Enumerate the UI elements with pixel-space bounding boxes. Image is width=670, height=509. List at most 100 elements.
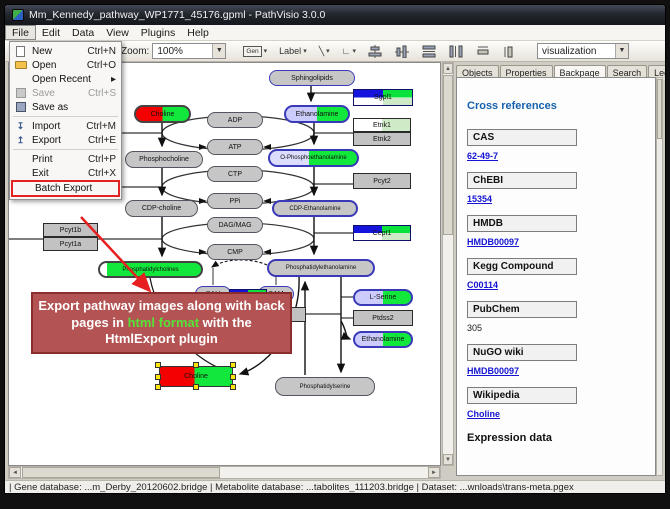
zoom-dropdown-icon[interactable]: ▼: [212, 44, 225, 58]
backpage-content: Cross references CAS62-49-7ChEBI15354HMD…: [456, 77, 656, 476]
side-panel: ObjectsPropertiesBackpageSearchLegend Cr…: [454, 62, 663, 479]
selection-handle[interactable]: [155, 384, 161, 390]
xref-link-15354[interactable]: 15354: [467, 194, 492, 204]
node-label: Phosphatidylethanolamine: [286, 265, 356, 271]
node-ctp[interactable]: CTP: [207, 166, 263, 182]
selection-handle[interactable]: [230, 362, 236, 368]
node-etnk1[interactable]: Etnk1: [353, 118, 411, 132]
menu-separator: [13, 116, 118, 117]
scroll-right-icon[interactable]: ►: [428, 467, 440, 478]
node-label: Pcyt1a: [60, 241, 81, 248]
vertical-scroll-thumb[interactable]: [443, 75, 453, 235]
menubar-item-plugins[interactable]: Plugins: [135, 26, 181, 41]
selection-handle[interactable]: [230, 374, 236, 380]
common-height-button[interactable]: [500, 43, 520, 60]
node-pcyt2[interactable]: Pcyt2: [353, 173, 411, 189]
visualization-dropdown-icon[interactable]: ▼: [615, 44, 628, 58]
selection-handle[interactable]: [155, 362, 161, 368]
menubar-item-file[interactable]: File: [5, 25, 36, 40]
datanode-tool-button[interactable]: Gen ▾: [240, 43, 270, 60]
node-choline[interactable]: Choline: [134, 105, 191, 123]
node-etnk2[interactable]: Etnk2: [353, 132, 411, 146]
node-adp[interactable]: ADP: [207, 112, 263, 128]
file-menu-item-new[interactable]: NewCtrl+N: [10, 44, 121, 58]
node-phosphocholine[interactable]: Phosphocholine: [125, 151, 203, 168]
panel-scrollbar[interactable]: [656, 77, 663, 476]
callout-text-highlight: html format: [128, 315, 200, 330]
node-ethanolamine[interactable]: Ethanolamine: [353, 331, 413, 348]
line-tool-button[interactable]: ╲ ▾: [316, 43, 333, 60]
node-cdp-choline[interactable]: CDP-choline: [125, 200, 198, 217]
menu-item-label: Save as: [32, 102, 68, 113]
node-phosphatidylserine[interactable]: Phosphatidylserine: [275, 377, 375, 396]
node-sgpl1[interactable]: Sgpl1: [353, 89, 413, 106]
align-center-y-button[interactable]: [392, 43, 412, 60]
file-menu-item-open-recent[interactable]: Open Recent▸: [10, 72, 121, 86]
menubar-item-data[interactable]: Data: [66, 26, 100, 41]
menubar-item-edit[interactable]: Edit: [36, 26, 66, 41]
node-cdp-ethanolamine[interactable]: CDP-Ethanolamine: [272, 200, 358, 217]
xref-link-choline[interactable]: Choline: [467, 409, 500, 419]
status-text: | Gene database: ...m_Derby_20120602.bri…: [9, 482, 574, 493]
menubar-item-help[interactable]: Help: [181, 26, 215, 41]
selection-handle[interactable]: [193, 362, 199, 368]
menu-item-label: Save: [32, 88, 55, 99]
file-menu-item-open[interactable]: OpenCtrl+O: [10, 58, 121, 72]
menu-shortcut: Ctrl+N: [87, 46, 116, 57]
visualization-combobox[interactable]: visualization ▼: [537, 43, 629, 59]
canvas-vertical-scrollbar[interactable]: ▲ ▼: [442, 62, 454, 466]
xref-value-row: 305: [467, 323, 655, 333]
node-ptdss2[interactable]: Ptdss2: [353, 310, 413, 326]
xref-value-row: 62-49-7: [467, 151, 655, 161]
node-phosphatidylcholines[interactable]: Phosphatidylcholines: [98, 261, 203, 278]
node-l-serine[interactable]: L-Serine: [353, 289, 413, 306]
node-cmp[interactable]: CMP: [207, 244, 263, 260]
node-ethanolamine[interactable]: Ethanolamine: [284, 105, 350, 123]
xref-value-row: HMDB00097: [467, 366, 655, 376]
distribute-columns-button[interactable]: [446, 43, 466, 60]
canvas-horizontal-scrollbar[interactable]: ◄ ►: [8, 466, 441, 479]
xref-sections: CAS62-49-7ChEBI15354HMDBHMDB00097Kegg Co…: [467, 118, 655, 419]
xref-link-c00114[interactable]: C00114: [467, 280, 498, 290]
node-pcyt1b[interactable]: Pcyt1b: [43, 223, 98, 237]
distribute-rows-button[interactable]: [419, 43, 439, 60]
xref-link-hmdb00097[interactable]: HMDB00097: [467, 237, 519, 247]
node-dag-mag[interactable]: DAG/MAG: [207, 217, 263, 233]
xref-source-nugo-wiki: NuGO wiki: [467, 344, 577, 361]
file-menu-item-save-as[interactable]: Save as: [10, 100, 121, 114]
common-width-icon: [476, 45, 490, 58]
node-atp[interactable]: ATP: [207, 139, 263, 155]
panel-scroll-thumb[interactable]: [657, 79, 662, 139]
xref-link-hmdb00097[interactable]: HMDB00097: [467, 366, 519, 376]
node-ppi[interactable]: PPi: [207, 193, 263, 209]
menubar-item-view[interactable]: View: [100, 26, 135, 41]
file-menu-item-exit[interactable]: ExitCtrl+X: [10, 166, 121, 180]
node-label: Phosphatidylcholines: [122, 267, 178, 273]
file-menu-item-batch-export[interactable]: Batch Export: [11, 180, 120, 197]
common-width-button[interactable]: [473, 43, 493, 60]
node-cept1[interactable]: Cept1: [353, 225, 411, 241]
file-menu-item-import[interactable]: ↧ImportCtrl+M: [10, 119, 121, 133]
selection-handle[interactable]: [193, 384, 199, 390]
selection-handle[interactable]: [230, 384, 236, 390]
align-center-x-button[interactable]: [365, 43, 385, 60]
node-pcyt1a[interactable]: Pcyt1a: [43, 237, 98, 251]
node-phosphatidylethanolamine[interactable]: Phosphatidylethanolamine: [267, 259, 375, 277]
horizontal-scroll-thumb[interactable]: [22, 467, 220, 478]
zoom-combobox[interactable]: 100% ▼: [152, 43, 226, 59]
label-tool-button[interactable]: Label ▾: [276, 43, 310, 60]
scroll-left-icon[interactable]: ◄: [9, 467, 21, 478]
file-menu-item-print[interactable]: PrintCtrl+P: [10, 152, 121, 166]
scroll-up-icon[interactable]: ▲: [443, 63, 453, 74]
menu-shortcut: Ctrl+X: [88, 168, 116, 179]
file-menu-item-export[interactable]: ↥ExportCtrl+E: [10, 133, 121, 147]
new-page-icon: [14, 46, 27, 57]
scroll-down-icon[interactable]: ▼: [443, 454, 453, 465]
xref-link-62-49-7[interactable]: 62-49-7: [467, 151, 498, 161]
connector-tool-button[interactable]: ∟ ▾: [339, 43, 359, 60]
line-icon: ╲: [319, 46, 324, 57]
node-sphingolipids[interactable]: Sphingolipids: [269, 70, 355, 86]
node-label: PPi: [230, 198, 241, 205]
node-o-phosphoethanolamine[interactable]: O-Phosphoethanolamine: [268, 149, 359, 167]
selection-handle[interactable]: [155, 374, 161, 380]
